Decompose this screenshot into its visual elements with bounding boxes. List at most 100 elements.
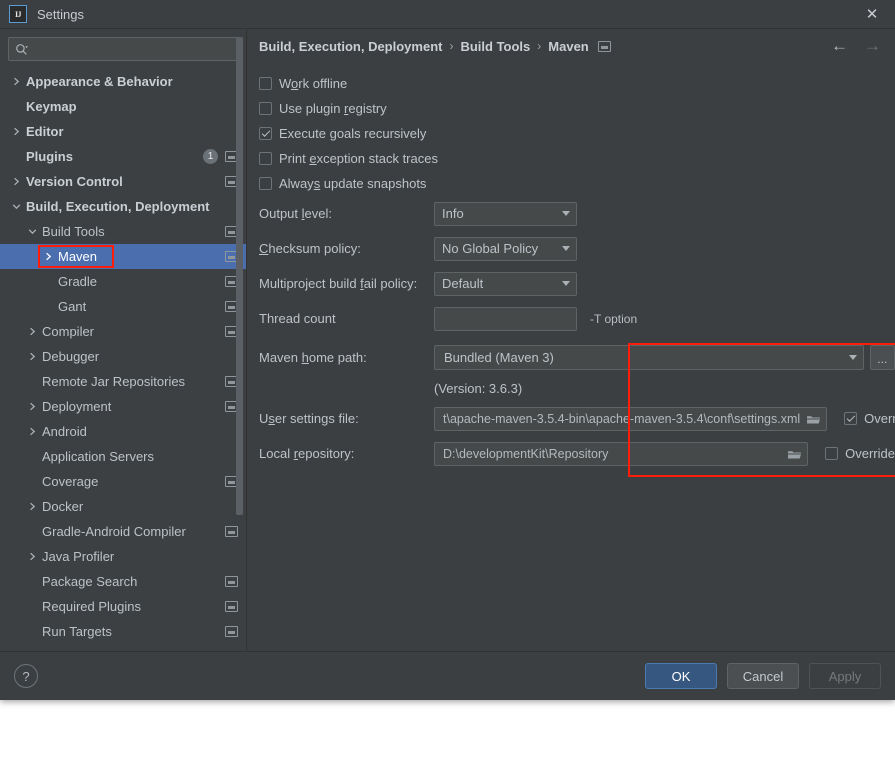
sidebar-item-editor[interactable]: Editor: [0, 119, 246, 144]
user-settings-override-label: Override: [864, 411, 895, 426]
folder-icon[interactable]: [781, 448, 807, 460]
checkbox-label: Work offline: [279, 76, 348, 91]
sidebar-item-keymap[interactable]: Keymap: [0, 94, 246, 119]
folder-icon[interactable]: [800, 413, 826, 425]
sidebar-item-docker[interactable]: Docker: [0, 494, 246, 519]
sidebar-item-label: Docker: [42, 499, 84, 514]
settings-main-panel: Build, Execution, Deployment › Build Tools…: [247, 29, 895, 651]
sidebar-item-label: Editor: [26, 124, 64, 139]
user-settings-override: Override: [844, 411, 895, 426]
breadcrumb-item-1[interactable]: Build, Execution, Deployment: [259, 39, 442, 54]
maven-version-text: (Version: 3.6.3): [434, 380, 523, 396]
dialog-title: Settings: [37, 6, 84, 22]
sidebar-item-build-tools[interactable]: Build Tools: [0, 219, 246, 244]
chevron-right-icon[interactable]: [10, 127, 22, 136]
sidebar-item-android[interactable]: Android: [0, 419, 246, 444]
thread-count-row: Thread count -T option: [259, 301, 895, 336]
checksum-policy-select[interactable]: No Global Policy: [434, 236, 577, 261]
chevron-down-icon[interactable]: [10, 202, 22, 211]
sidebar-item-label: Appearance & Behavior: [26, 74, 173, 89]
help-button[interactable]: ?: [14, 664, 38, 688]
user-settings-label: User settings file:: [259, 411, 359, 426]
close-icon[interactable]: ✕: [849, 0, 895, 27]
sidebar-item-label: Gant: [58, 299, 87, 314]
checkbox-print-exception-stack-traces[interactable]: [259, 152, 272, 165]
chevron-down-icon[interactable]: [26, 227, 38, 236]
sidebar-item-label: Maven: [58, 249, 98, 264]
sidebar-item-deployment[interactable]: Deployment: [0, 394, 246, 419]
fail-policy-select[interactable]: Default: [434, 271, 577, 296]
sidebar-item-coverage[interactable]: Coverage: [0, 469, 246, 494]
chevron-right-icon[interactable]: [26, 327, 38, 336]
sidebar-item-java-profiler[interactable]: Java Profiler: [0, 544, 246, 569]
sidebar-item-debugger[interactable]: Debugger: [0, 344, 246, 369]
local-repo-input[interactable]: D:\developmentKit\Repository: [434, 441, 809, 466]
sidebar-item-label: Build Tools: [42, 224, 105, 239]
checkbox-execute-goals-recursively[interactable]: [259, 127, 272, 140]
chevron-down-icon: [556, 281, 576, 286]
sidebar-item-maven[interactable]: Maven: [0, 244, 246, 269]
chevron-right-icon[interactable]: [26, 552, 38, 561]
chevron-down-icon: [556, 246, 576, 251]
checksum-policy-value: No Global Policy: [442, 241, 539, 256]
dialog-title-bar: IJ Settings ✕: [0, 0, 895, 29]
search-input[interactable]: [8, 37, 238, 61]
chevron-right-icon[interactable]: [26, 352, 38, 361]
local-repo-override-label: Override: [845, 446, 895, 461]
cancel-button[interactable]: Cancel: [727, 663, 799, 689]
arrow-right-icon[interactable]: →: [864, 37, 881, 54]
sidebar-item-gradle-android-compiler[interactable]: Gradle-Android Compiler: [0, 519, 246, 544]
thread-count-hint: -T option: [590, 311, 638, 326]
maven-paths-section: Maven home path: Bundled (Maven 3) ... (…: [259, 340, 895, 477]
ok-button[interactable]: OK: [645, 663, 717, 689]
checkbox-row: Always update snapshots: [259, 171, 895, 196]
sidebar-item-gradle[interactable]: Gradle: [0, 269, 246, 294]
sidebar-item-run-targets[interactable]: Run Targets: [0, 619, 246, 644]
chevron-right-icon[interactable]: [10, 77, 22, 86]
checkbox-use-plugin-registry[interactable]: [259, 102, 272, 115]
sidebar-item-label: Coverage: [42, 474, 99, 489]
output-level-select[interactable]: Info: [434, 201, 577, 226]
dialog-footer: ? OK Cancel Apply: [0, 651, 895, 700]
sidebar-item-label: Deployment: [42, 399, 112, 414]
sidebar-item-application-servers[interactable]: Application Servers: [0, 444, 246, 469]
checkbox-label: Execute goals recursively: [279, 126, 427, 141]
sidebar-item-required-plugins[interactable]: Required Plugins: [0, 594, 246, 619]
sidebar-item-compiler[interactable]: Compiler: [0, 319, 246, 344]
chevron-right-icon[interactable]: [42, 252, 54, 261]
sidebar-item-build-execution-deployment[interactable]: Build, Execution, Deployment: [0, 194, 246, 219]
user-settings-override-checkbox[interactable]: [844, 412, 858, 425]
chevron-right-icon[interactable]: [26, 427, 38, 436]
sidebar-item-gant[interactable]: Gant: [0, 294, 246, 319]
breadcrumb-item-2[interactable]: Build Tools: [460, 39, 530, 54]
sidebar-item-version-control[interactable]: Version Control: [0, 169, 246, 194]
maven-home-select[interactable]: Bundled (Maven 3): [434, 345, 864, 370]
sidebar-item-remote-jar-repositories[interactable]: Remote Jar Repositories: [0, 369, 246, 394]
arrow-left-icon[interactable]: ←: [831, 37, 848, 54]
sidebar-item-plugins[interactable]: Plugins 1: [0, 144, 246, 169]
checksum-policy-label: Checksum policy:: [259, 241, 361, 256]
sidebar-scrollbar[interactable]: [236, 29, 245, 651]
sidebar-scrollbar-thumb[interactable]: [236, 37, 243, 515]
settings-tree[interactable]: Appearance & Behavior Keymap Editor Plugins…: [0, 67, 246, 651]
maven-home-browse-button[interactable]: ...: [869, 345, 895, 370]
checkbox-always-update-snapshots[interactable]: [259, 177, 272, 190]
checkbox-row: Execute goals recursively: [259, 121, 895, 146]
checkbox-work-offline[interactable]: [259, 77, 272, 90]
user-settings-input[interactable]: t\apache-maven-3.5.4-bin\apache-maven-3.…: [434, 406, 828, 431]
search-container: [0, 29, 246, 67]
local-repo-override-checkbox[interactable]: [825, 447, 839, 460]
output-level-row: Output level: Info: [259, 196, 895, 231]
chevron-right-icon[interactable]: [26, 502, 38, 511]
thread-count-input[interactable]: [434, 306, 577, 331]
sidebar-item-appearance-behavior[interactable]: Appearance & Behavior: [0, 69, 246, 94]
dialog-action-buttons: OK Cancel Apply: [645, 663, 881, 689]
sidebar-item-package-search[interactable]: Package Search: [0, 569, 246, 594]
chevron-right-icon[interactable]: [26, 402, 38, 411]
sidebar-item-label: Java Profiler: [42, 549, 115, 564]
apply-button[interactable]: Apply: [809, 663, 881, 689]
output-level-label: Output level:: [259, 206, 332, 221]
maven-home-value: Bundled (Maven 3): [444, 350, 554, 365]
sidebar-item-label: Gradle: [58, 274, 98, 289]
chevron-right-icon[interactable]: [10, 177, 22, 186]
